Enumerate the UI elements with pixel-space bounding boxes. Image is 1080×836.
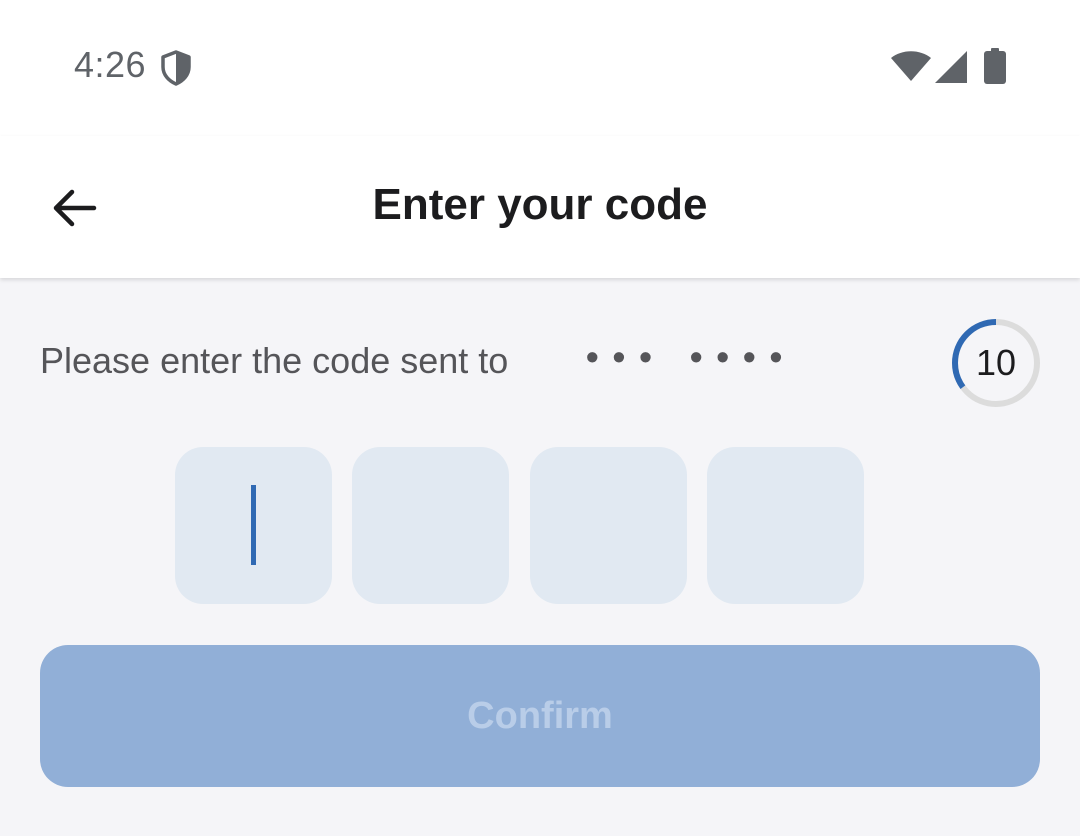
wifi-icon <box>891 51 931 81</box>
code-digit-1[interactable] <box>175 447 332 604</box>
prompt-row: Please enter the code sent to ••• •••• <box>40 336 1040 392</box>
screen: 4:26 Enter your code Please enter the co… <box>0 0 1080 836</box>
app-bar: Enter your code <box>0 136 1080 278</box>
code-digit-2[interactable] <box>352 447 509 604</box>
timer-seconds: 10 <box>975 342 1017 383</box>
prompt-text: Please enter the code sent to <box>40 340 509 381</box>
code-digit-4[interactable] <box>707 447 864 604</box>
code-digit-3[interactable] <box>530 447 687 604</box>
masked-phone-number: ••• •••• <box>586 336 797 377</box>
confirm-button[interactable]: Confirm <box>40 645 1040 787</box>
status-bar: 4:26 <box>0 0 1080 136</box>
code-input-group <box>175 447 865 605</box>
text-cursor <box>251 485 256 565</box>
status-time: 4:26 <box>74 44 147 85</box>
shield-icon <box>161 50 191 86</box>
battery-icon <box>984 48 1006 84</box>
signal-icon <box>935 51 967 83</box>
countdown-timer: 10 <box>950 317 1042 409</box>
page-title: Enter your code <box>372 180 708 229</box>
